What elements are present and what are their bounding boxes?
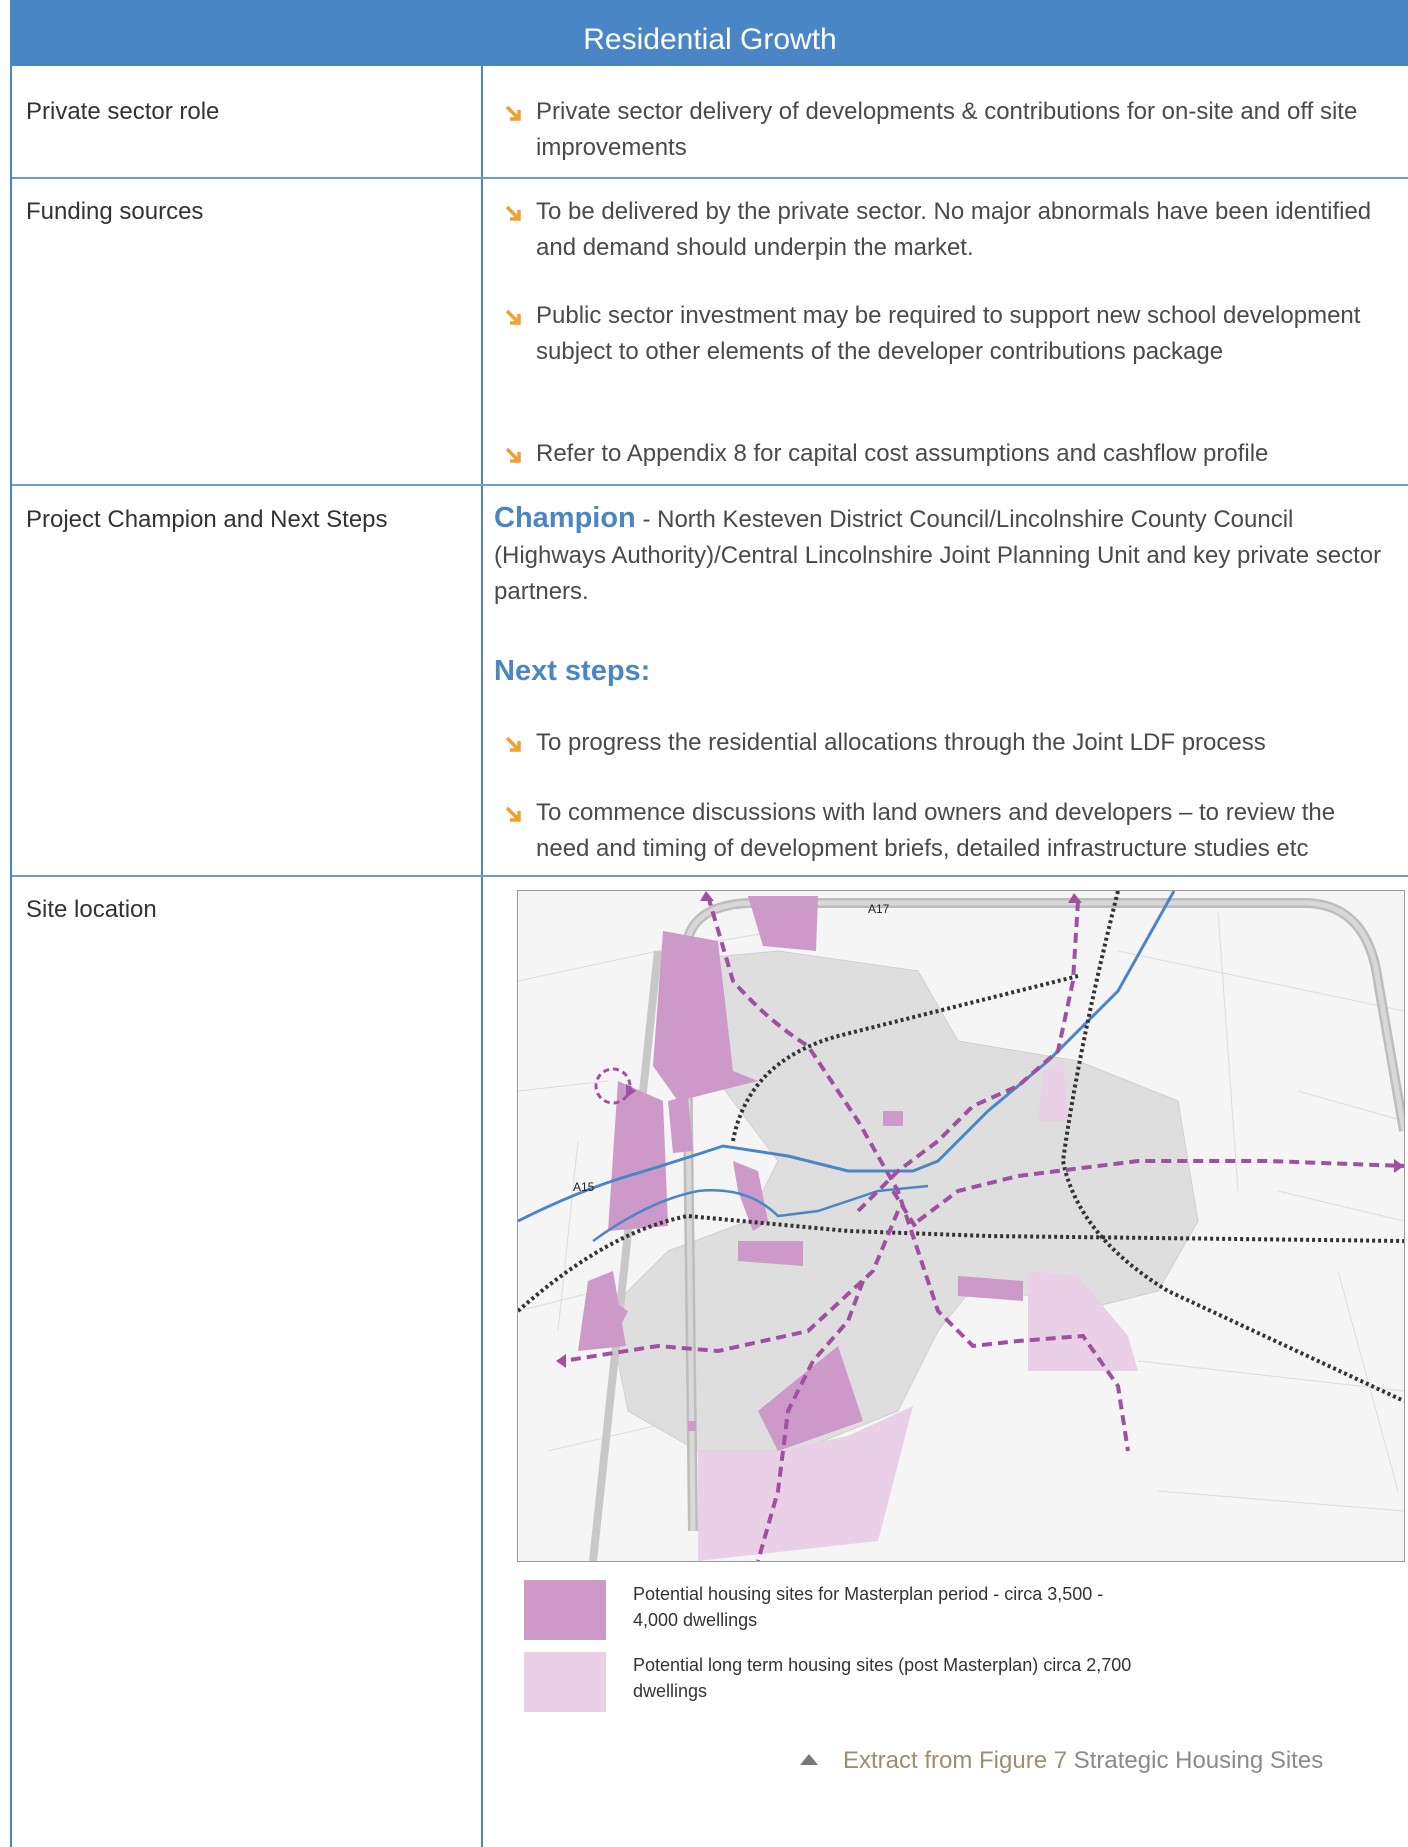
caption-triangle-icon: [800, 1754, 818, 1765]
caption-bold: Extract from Figure 7: [843, 1747, 1068, 1774]
row-divider: [12, 177, 1408, 179]
bullet-item: Private sector delivery of developments …: [484, 94, 1394, 166]
figure-caption: Extract from Figure 7 Strategic Housing …: [843, 1747, 1323, 1775]
orange-arrow-icon: [505, 105, 521, 121]
orange-arrow-icon: [505, 447, 521, 463]
table-header: Residential Growth: [12, 0, 1408, 66]
orange-arrow-icon: [505, 309, 521, 325]
column-divider: [481, 66, 483, 1847]
bullet-item: Public sector investment may be required…: [484, 298, 1394, 370]
orange-arrow-icon: [505, 736, 521, 752]
caption-rest: Strategic Housing Sites: [1067, 1747, 1324, 1774]
bullet-text: To progress the residential allocations …: [536, 729, 1266, 756]
row-label-site-location: Site location: [26, 896, 157, 923]
next-steps-heading: Next steps:: [494, 655, 651, 687]
road-label-a15: A15: [573, 1180, 595, 1194]
orange-arrow-icon: [505, 205, 521, 221]
bullet-text: To commence discussions with land owners…: [536, 799, 1336, 862]
bullet-text: To be delivered by the private sector. N…: [536, 198, 1372, 261]
row-label-champion: Project Champion and Next Steps: [26, 506, 388, 533]
bullet-item: Refer to Appendix 8 for capital cost ass…: [484, 436, 1394, 472]
bullet-item: To commence discussions with land owners…: [484, 795, 1394, 867]
champion-paragraph: Champion - North Kesteven District Counc…: [494, 500, 1404, 610]
legend-text-long-term: Potential long term housing sites (post …: [633, 1655, 1132, 1701]
bullet-text: Private sector delivery of developments …: [536, 98, 1358, 161]
map-graphic: A17 A15: [518, 891, 1404, 1561]
site-location-map: A17 A15: [517, 890, 1405, 1562]
bullet-item: To progress the residential allocations …: [484, 725, 1394, 761]
legend-swatch-long-term: [524, 1652, 606, 1712]
road-label-a17: A17: [868, 902, 890, 916]
row-label-funding: Funding sources: [26, 198, 204, 225]
row-divider: [12, 875, 1408, 877]
document-page: Residential Growth Private sector role P…: [0, 0, 1408, 1847]
champion-title: Champion: [494, 502, 636, 534]
row-label-private-sector: Private sector role: [26, 98, 220, 125]
bullet-text: Public sector investment may be required…: [536, 302, 1361, 365]
legend-swatch-masterplan: [524, 1580, 606, 1640]
row-divider: [12, 484, 1408, 486]
bullet-item: To be delivered by the private sector. N…: [484, 194, 1394, 266]
bullet-text: Refer to Appendix 8 for capital cost ass…: [536, 440, 1269, 467]
orange-arrow-icon: [505, 806, 521, 822]
legend-text-masterplan: Potential housing sites for Masterplan p…: [633, 1584, 1104, 1630]
